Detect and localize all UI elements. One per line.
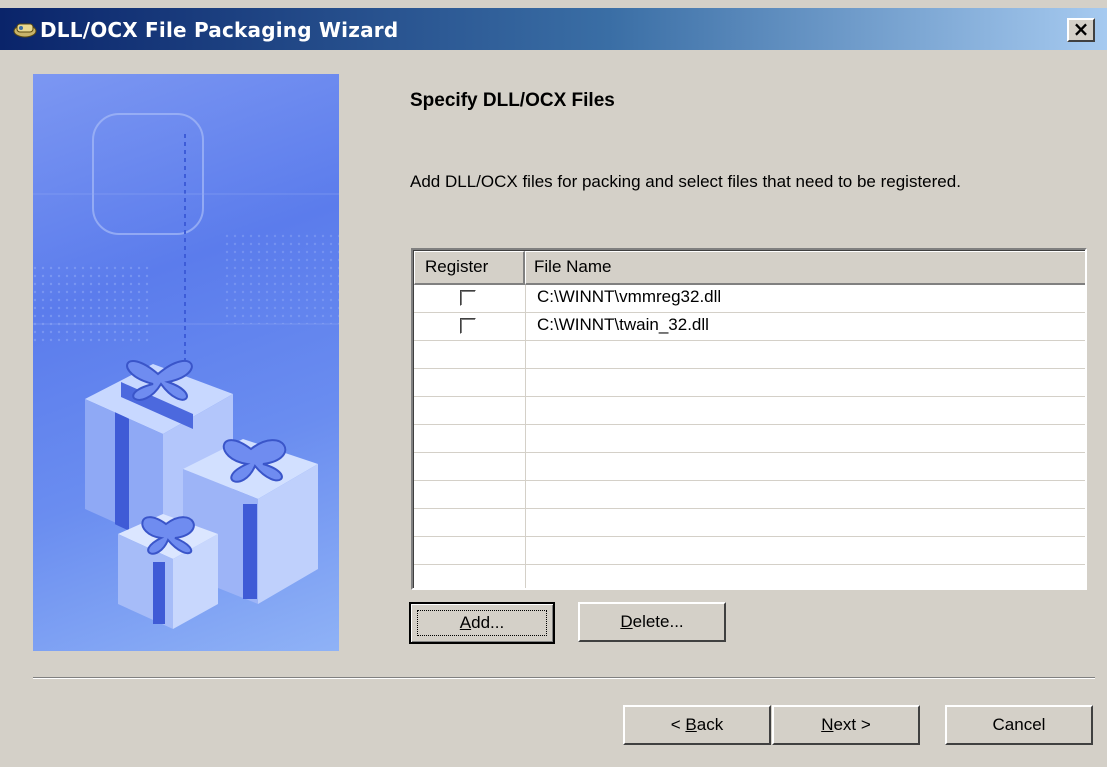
close-icon[interactable]: × — [1067, 18, 1095, 42]
title-bar[interactable]: DLL/OCX File Packaging Wizard × — [0, 8, 1107, 50]
next-button[interactable]: Next > — [772, 705, 920, 745]
empty-row — [414, 341, 1085, 369]
file-name-cell: C:\WINNT\vmmreg32.dll — [537, 287, 722, 306]
wizard-window: DLL/OCX File Packaging Wizard × Specify … — [0, 0, 1107, 767]
empty-row — [414, 369, 1085, 397]
table-row[interactable]: C:\WINNT\vmmreg32.dll — [414, 285, 1085, 313]
file-name-cell: C:\WINNT\twain_32.dll — [537, 315, 709, 334]
empty-row — [414, 509, 1085, 537]
empty-row — [414, 397, 1085, 425]
window-title: DLL/OCX File Packaging Wizard — [40, 18, 399, 42]
page-heading: Specify DLL/OCX Files — [410, 90, 615, 111]
next-mnemonic: N — [821, 715, 834, 734]
add-button[interactable]: Add... — [409, 602, 555, 644]
wizard-illustration — [33, 74, 339, 651]
back-mnemonic: B — [685, 715, 697, 734]
delete-mnemonic: D — [620, 612, 633, 631]
focus-rectangle — [417, 610, 547, 636]
column-header-register[interactable]: Register — [414, 251, 525, 285]
gift-boxes-illustration — [33, 113, 339, 629]
register-checkbox[interactable] — [460, 318, 476, 334]
page-description: Add DLL/OCX files for packing and select… — [410, 172, 961, 191]
table-row[interactable]: C:\WINNT\twain_32.dll — [414, 313, 1085, 341]
empty-row — [414, 537, 1085, 565]
column-header-file-name[interactable]: File Name — [525, 251, 1085, 285]
app-icon — [13, 23, 37, 38]
empty-row — [414, 425, 1085, 453]
empty-row — [414, 481, 1085, 509]
empty-row — [414, 565, 1085, 588]
register-checkbox[interactable] — [460, 290, 476, 306]
footer-separator — [33, 677, 1095, 679]
file-list-header: Register File Name — [414, 251, 1085, 285]
cancel-button[interactable]: Cancel — [945, 705, 1093, 745]
file-list[interactable]: Register File Name C:\WINNT\vmmreg32.dll… — [411, 248, 1087, 590]
empty-row — [414, 453, 1085, 481]
back-button[interactable]: < Back — [623, 705, 771, 745]
delete-button[interactable]: Delete... — [578, 602, 726, 642]
